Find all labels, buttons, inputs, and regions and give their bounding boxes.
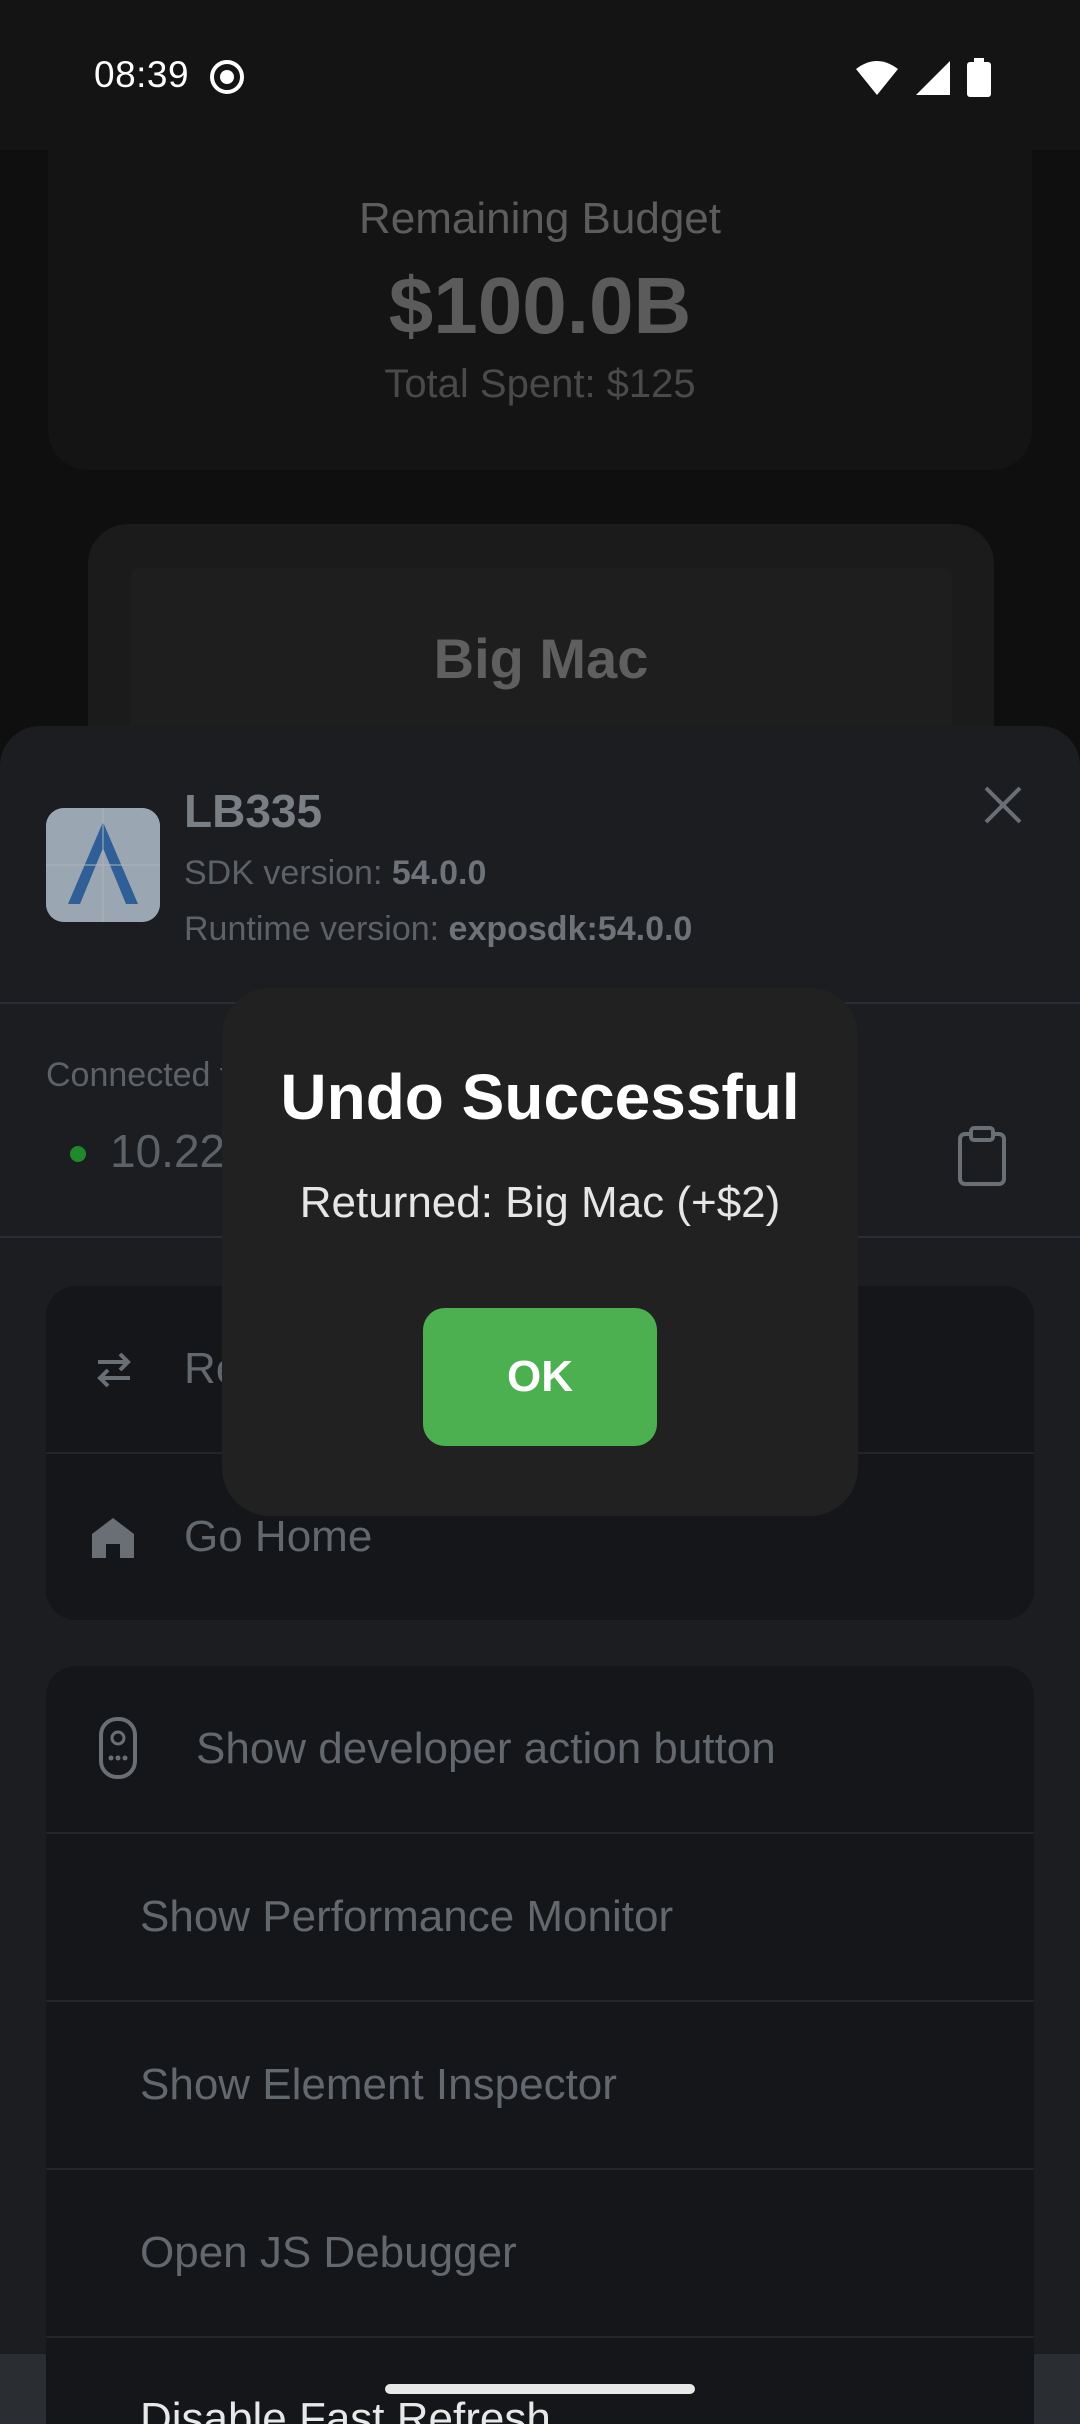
connection-status-dot [70, 1146, 86, 1162]
status-time: 08:39 [94, 54, 190, 95]
signal-icon [916, 61, 950, 95]
budget-value: $100.0B [388, 261, 692, 350]
gesture-nav-handle[interactable] [385, 2384, 695, 2394]
battery-icon [967, 58, 991, 97]
status-bar: 08:39 [0, 0, 1080, 150]
wifi-icon [856, 61, 898, 95]
app-name: LB335 [184, 785, 323, 837]
developer-action-button-toggle[interactable]: Show developer action button [46, 1666, 1034, 1832]
dialog-message: Returned: Big Mac (+$2) [299, 1178, 781, 1227]
element-inspector-button[interactable]: Show Element Inspector [46, 2002, 1034, 2168]
expo-logo-icon [46, 808, 160, 922]
budget-card: Remaining Budget $100.0B Total Spent: $1… [48, 150, 1032, 470]
item-name: Big Mac [433, 627, 649, 690]
js-debugger-label: Open JS Debugger [140, 2228, 517, 2277]
go-home-label: Go Home [184, 1512, 373, 1561]
clipboard-icon[interactable] [956, 1126, 1008, 1186]
ok-button[interactable]: OK [423, 1308, 657, 1446]
screen-record-icon [210, 60, 244, 94]
home-icon [92, 1518, 134, 1558]
performance-monitor-button[interactable]: Show Performance Monitor [46, 1834, 1034, 2000]
tools-group: Show developer action button Show Perfor… [46, 1666, 1034, 2424]
app-icon [46, 808, 160, 922]
runtime-version: Runtime version: exposdk:54.0.0 [184, 910, 693, 948]
budget-label: Remaining Budget [358, 194, 721, 243]
reload-icon [97, 1352, 131, 1388]
developer-action-button-label: Show developer action button [196, 1724, 776, 1773]
dialog-title: Undo Successful [280, 1061, 800, 1133]
fast-refresh-label-overflow: Disable Fast Refresh [140, 2394, 551, 2424]
performance-monitor-label: Show Performance Monitor [140, 1892, 674, 1941]
close-icon[interactable] [978, 780, 1028, 830]
js-debugger-button[interactable]: Open JS Debugger [46, 2170, 1034, 2336]
sdk-version: SDK version: 54.0.0 [184, 854, 487, 892]
total-spent: Total Spent: $125 [384, 362, 696, 406]
dev-menu-sheet: LB335 SDK version: 54.0.0 Runtime versio… [0, 726, 1080, 2424]
gesture-icon [99, 1717, 137, 1779]
undo-dialog: Undo Successful Returned: Big Mac (+$2) … [222, 988, 858, 1516]
element-inspector-label: Show Element Inspector [140, 2060, 617, 2109]
